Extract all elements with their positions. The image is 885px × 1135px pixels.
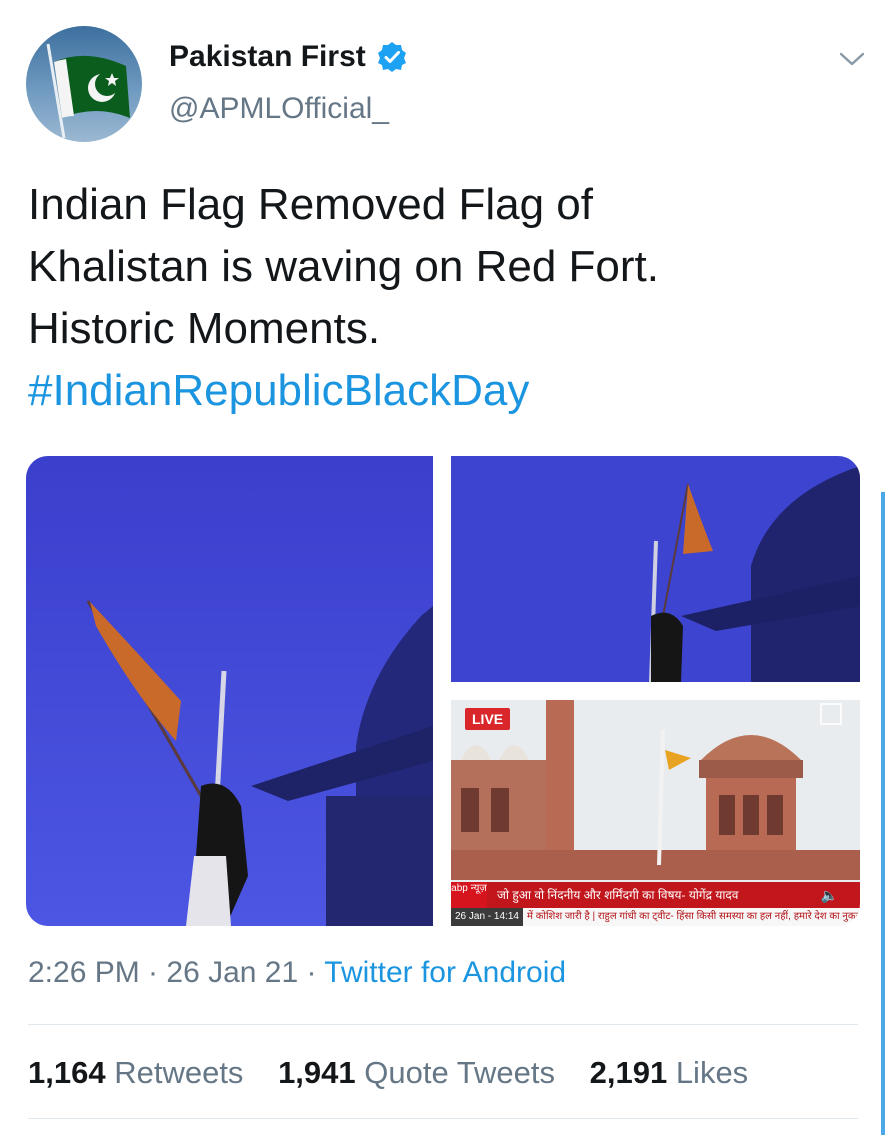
ticker-scroll: 26 Jan - 14:14 में कोशिश जारी है | राहुल …: [451, 908, 860, 926]
tweet-stats: 1,164 Retweets 1,941 Quote Tweets 2,191 …: [28, 1055, 774, 1091]
tweet-text-line: Khalistan is waving on Red Fort.: [28, 242, 659, 291]
divider: [28, 1118, 858, 1119]
author-display-name[interactable]: Pakistan First: [169, 40, 366, 74]
flag-on-dome-photo: [451, 456, 860, 682]
channel-logo: abp न्यूज़: [451, 882, 487, 908]
tweet-source-link[interactable]: Twitter for Android: [324, 956, 566, 989]
likes-stat[interactable]: 2,191 Likes: [590, 1055, 749, 1090]
author-name-row[interactable]: Pakistan First: [169, 40, 408, 74]
tweet-meta: 2:26 PM · 26 Jan 21 · Twitter for Androi…: [28, 956, 566, 990]
ticker-date: 26 Jan - 14:14: [451, 908, 523, 926]
pakistan-flag-icon: [46, 43, 130, 139]
tweet-text: Indian Flag Removed Flag of Khalistan is…: [28, 174, 858, 422]
ticker-headline: जो हुआ वो निंदनीय और शर्मिंदगी का विषय- …: [487, 882, 860, 908]
scrollbar[interactable]: [881, 492, 885, 1135]
retweets-stat[interactable]: 1,164 Retweets: [28, 1055, 243, 1090]
stat-label: Retweets: [114, 1055, 244, 1090]
stat-count: 2,191: [589, 1055, 668, 1090]
author-handle[interactable]: @APMLOfficial_: [169, 92, 389, 126]
avatar[interactable]: [26, 26, 142, 142]
live-badge: LIVE: [465, 708, 511, 730]
tweet-header: Pakistan First @APMLOfficial_: [26, 26, 866, 146]
stat-label: Likes: [675, 1055, 749, 1090]
hashtag-link[interactable]: #IndianRepublicBlackDay: [28, 360, 858, 422]
flag-on-dome-photo: [26, 456, 433, 926]
verified-badge-icon: [377, 42, 406, 72]
ticker-text: में कोशिश जारी है | राहुल गांधी का ट्वीट…: [526, 911, 860, 922]
chevron-down-icon[interactable]: [838, 48, 866, 70]
media-photo-1[interactable]: [26, 456, 433, 926]
quote-tweets-stat[interactable]: 1,941 Quote Tweets: [278, 1055, 555, 1090]
stat-count: 1,164: [28, 1055, 106, 1090]
divider: [28, 1024, 858, 1025]
stat-count: 1,941: [278, 1055, 356, 1090]
stat-label: Quote Tweets: [364, 1055, 555, 1090]
tweet-text-line: Indian Flag Removed Flag of: [28, 180, 593, 229]
tweet-timestamp[interactable]: 2:26 PM · 26 Jan 21 ·: [28, 956, 324, 989]
tweet-text-line: Historic Moments.: [28, 304, 381, 353]
media-grid: LIVE abp न्यूज़ जो हुआ वो निंदनीय और शर्…: [26, 456, 860, 926]
news-ticker: abp न्यूज़ जो हुआ वो निंदनीय और शर्मिंदग…: [451, 882, 860, 926]
media-video-live[interactable]: LIVE abp न्यूज़ जो हुआ वो निंदनीय और शर्…: [451, 700, 860, 926]
speaker-icon: 🔈: [820, 887, 838, 903]
media-photo-2[interactable]: [451, 456, 860, 682]
